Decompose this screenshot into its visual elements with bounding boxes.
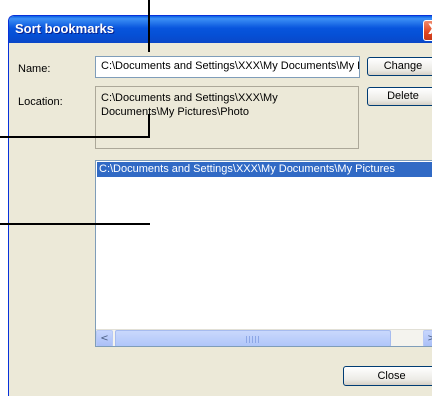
list-item[interactable]: C:\Documents and Settings\XXX\My Documen… [97,162,432,177]
horizontal-scrollbar[interactable]: < > [96,329,432,346]
close-icon: X [428,22,432,38]
callout-line-location-horizontal [0,136,150,138]
bookmark-list[interactable]: C:\Documents and Settings\XXX\My Documen… [95,160,432,347]
sort-bookmarks-dialog: Sort bookmarks X Name: C:\Documents and … [8,15,432,396]
scrollbar-thumb[interactable] [115,330,391,346]
title-bar[interactable]: Sort bookmarks X [9,16,432,43]
window-close-button[interactable]: X [423,20,432,41]
change-button[interactable]: Change [367,57,432,76]
scroll-right-arrow-icon[interactable]: > [423,330,432,346]
location-value: C:\Documents and Settings\XXX\My Documen… [101,92,278,118]
scroll-left-arrow-icon[interactable]: < [96,330,113,346]
name-field-value: C:\Documents and Settings\XXX\My Documen… [101,60,359,72]
name-field[interactable]: C:\Documents and Settings\XXX\My Documen… [95,56,360,78]
callout-line-location-vertical [148,114,150,138]
callout-line-list [0,223,150,225]
location-display: C:\Documents and Settings\XXX\My Documen… [95,86,359,149]
dialog-title: Sort bookmarks [15,21,114,36]
callout-line-name [148,0,150,52]
name-label: Name: [18,63,51,75]
close-button[interactable]: Close [343,366,432,386]
delete-button[interactable]: Delete [367,87,432,106]
location-label: Location: [18,96,63,108]
scrollbar-grip-icon [246,336,260,343]
